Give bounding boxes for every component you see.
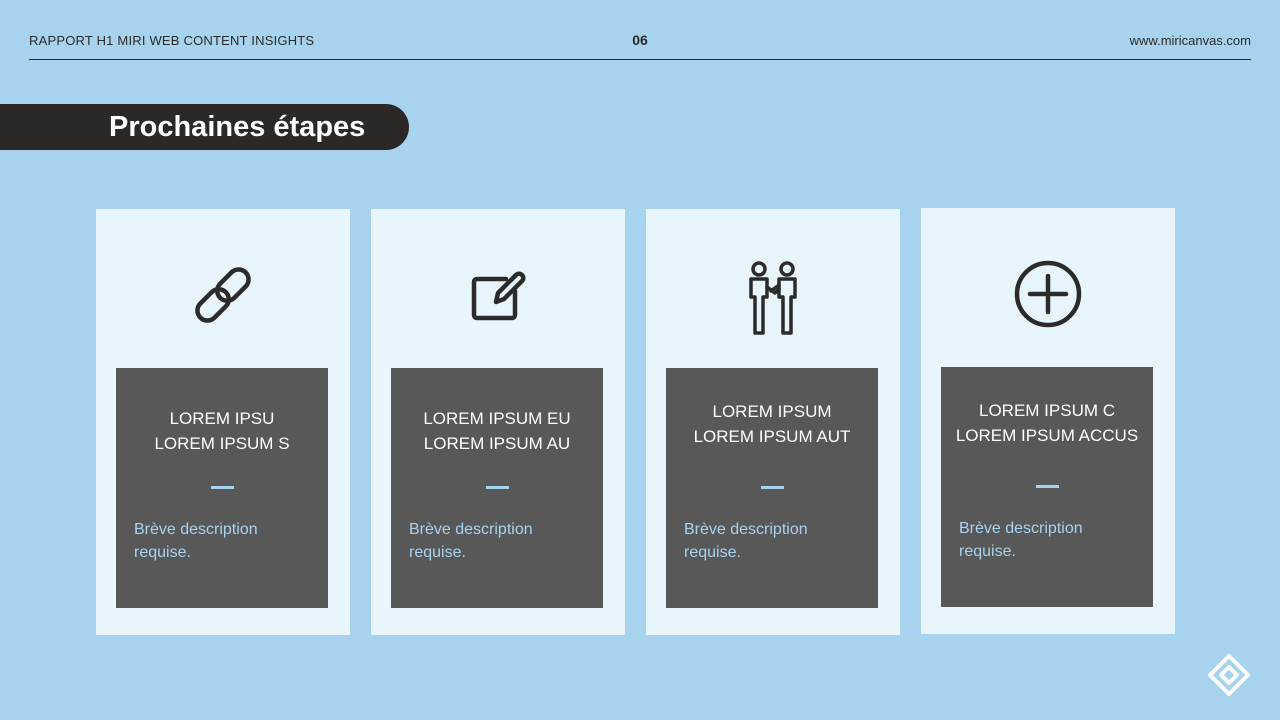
step-description: Brève description requise.	[134, 518, 314, 564]
report-title: RAPPORT H1 MIRI WEB CONTENT INSIGHTS	[29, 33, 315, 48]
accent-dash	[486, 486, 509, 489]
step-heading: LOREM IPSUM C LOREM IPSUM ACCUS	[941, 398, 1153, 448]
step-description-line2: requise.	[134, 544, 191, 561]
step-description-line2: requise.	[959, 543, 1016, 560]
step-heading-line1: LOREM IPSUM C	[978, 401, 1116, 420]
edit-icon	[458, 255, 538, 335]
step-card-4: LOREM IPSUM C LOREM IPSUM ACCUS Brève de…	[921, 208, 1175, 634]
step-description: Brève description requise.	[409, 518, 589, 564]
step-description-line2: requise.	[684, 544, 741, 561]
step-panel: LOREM IPSU LOREM IPSUM S Brève descripti…	[116, 368, 328, 608]
step-description: Brève description requise.	[684, 518, 864, 564]
step-card-2: LOREM IPSUM EU LOREM IPSUM AU Brève desc…	[371, 209, 625, 635]
section-title: Prochaines étapes	[109, 111, 366, 143]
step-heading-line2: LOREM IPSUM S	[154, 434, 290, 453]
section-title-pill: Prochaines étapes	[0, 104, 409, 150]
handshake-icon	[733, 255, 813, 335]
step-panel: LOREM IPSUM EU LOREM IPSUM AU Brève desc…	[391, 368, 603, 608]
page-number: 06	[632, 32, 648, 48]
step-description-line1: Brève description	[134, 521, 258, 538]
step-description: Brève description requise.	[959, 517, 1139, 563]
step-description-line1: Brève description	[959, 520, 1083, 537]
step-heading: LOREM IPSUM EU LOREM IPSUM AU	[391, 406, 603, 456]
step-heading-line1: LOREM IPSU	[169, 409, 275, 428]
step-heading-line1: LOREM IPSUM	[712, 402, 832, 421]
accent-dash	[211, 486, 234, 489]
accent-dash	[761, 486, 784, 489]
step-card-3: LOREM IPSUM LOREM IPSUM AUT Brève descri…	[646, 209, 900, 635]
header-divider	[29, 59, 1251, 60]
plus-circle-icon	[1008, 254, 1088, 334]
step-heading-line2: LOREM IPSUM AUT	[693, 427, 851, 446]
step-heading-line2: LOREM IPSUM ACCUS	[955, 426, 1139, 445]
step-description-line1: Brève description	[684, 521, 808, 538]
miricanvas-logo-icon	[1207, 653, 1251, 697]
link-icon	[183, 255, 263, 335]
step-panel: LOREM IPSUM LOREM IPSUM AUT Brève descri…	[666, 368, 878, 608]
website-url: www.miricanvas.com	[1129, 33, 1251, 48]
step-heading-line1: LOREM IPSUM EU	[423, 409, 571, 428]
step-heading: LOREM IPSU LOREM IPSUM S	[116, 406, 328, 456]
step-card-1: LOREM IPSU LOREM IPSUM S Brève descripti…	[96, 209, 350, 635]
step-heading: LOREM IPSUM LOREM IPSUM AUT	[666, 399, 878, 449]
step-description-line1: Brève description	[409, 521, 533, 538]
step-panel: LOREM IPSUM C LOREM IPSUM ACCUS Brève de…	[941, 367, 1153, 607]
accent-dash	[1036, 485, 1059, 488]
step-heading-line2: LOREM IPSUM AU	[423, 434, 571, 453]
step-description-line2: requise.	[409, 544, 466, 561]
